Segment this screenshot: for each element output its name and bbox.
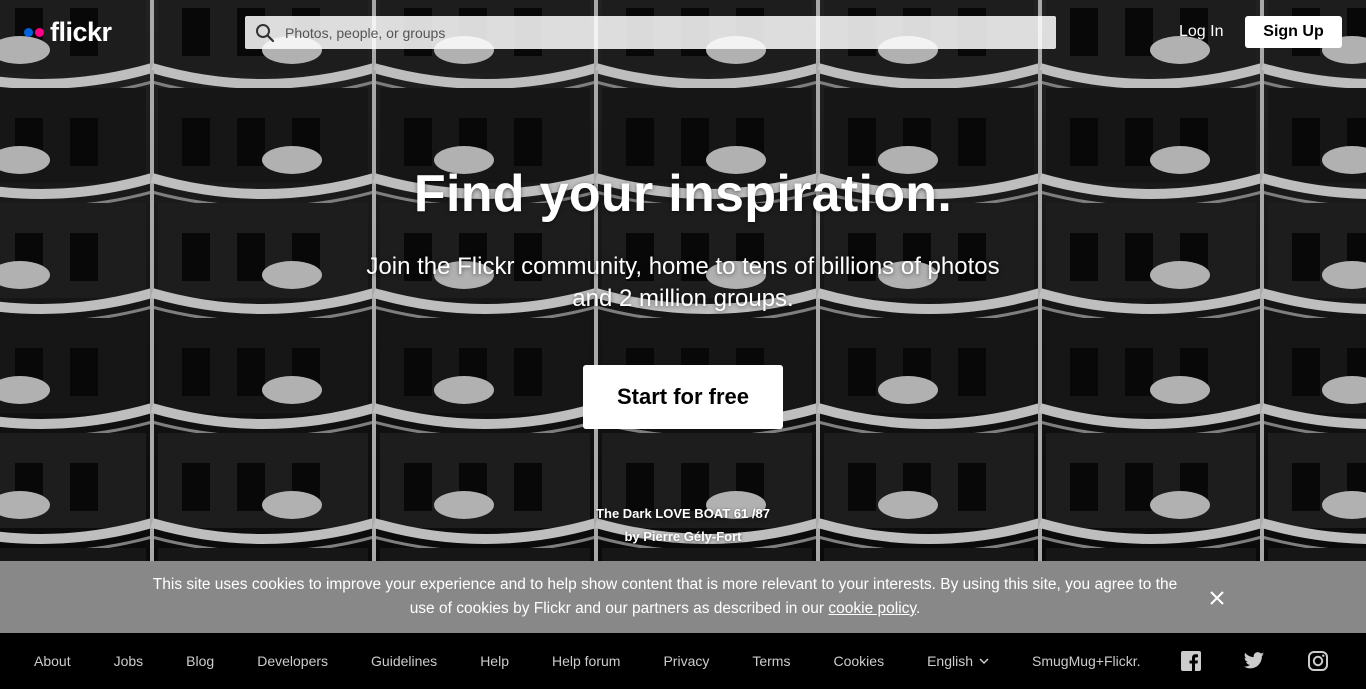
login-button[interactable]: Log In — [1170, 16, 1232, 48]
close-icon[interactable] — [1204, 585, 1230, 611]
search-input[interactable] — [285, 17, 1025, 48]
footer-link-smugmug[interactable]: SmugMug+Flickr. — [1032, 653, 1141, 669]
cookie-text: This site uses cookies to improve your e… — [152, 576, 1178, 617]
footer-link-blog[interactable]: Blog — [186, 653, 214, 669]
footer-link-developers[interactable]: Developers — [257, 653, 328, 669]
cookie-text-end: . — [916, 600, 921, 617]
footer-link-privacy[interactable]: Privacy — [663, 653, 709, 669]
footer: About Jobs Blog Developers Guidelines He… — [0, 633, 1366, 689]
photo-credit: The Dark LOVE BOAT 61 /87 by Pierre Gély… — [0, 502, 1366, 548]
language-label: English — [927, 653, 973, 669]
cookie-banner: This site uses cookies to improve your e… — [0, 561, 1366, 633]
photo-author[interactable]: by Pierre Gély-Fort — [0, 525, 1366, 548]
footer-link-help-forum[interactable]: Help forum — [552, 653, 620, 669]
twitter-icon[interactable] — [1243, 650, 1265, 672]
cookie-policy-link[interactable]: cookie policy — [828, 600, 916, 617]
footer-link-help[interactable]: Help — [480, 653, 509, 669]
logo-blue-dot-icon — [24, 27, 33, 37]
footer-link-about[interactable]: About — [34, 653, 71, 669]
flickr-logo[interactable]: flickr — [24, 16, 112, 48]
footer-link-jobs[interactable]: Jobs — [114, 653, 144, 669]
photo-title[interactable]: The Dark LOVE BOAT 61 /87 — [0, 502, 1366, 525]
footer-links: About Jobs Blog Developers Guidelines He… — [34, 633, 1184, 689]
footer-link-cookies[interactable]: Cookies — [833, 653, 884, 669]
language-selector[interactable]: English — [927, 653, 989, 669]
footer-link-guidelines[interactable]: Guidelines — [371, 653, 437, 669]
search-bar[interactable] — [245, 16, 1056, 49]
search-icon[interactable] — [245, 16, 285, 49]
chevron-down-icon — [979, 657, 989, 664]
hero-headline: Find your inspiration. — [413, 165, 953, 223]
facebook-icon[interactable] — [1180, 650, 1202, 672]
start-for-free-button[interactable]: Start for free — [583, 365, 783, 429]
hero-subline: Join the Flickr community, home to tens … — [366, 253, 1000, 312]
instagram-icon[interactable] — [1307, 650, 1329, 672]
cookie-message: This site uses cookies to improve your e… — [140, 573, 1190, 621]
signup-button[interactable]: Sign Up — [1245, 16, 1342, 48]
logo-pink-dot-icon — [35, 27, 44, 37]
logo-wordmark: flickr — [50, 16, 112, 47]
footer-link-terms[interactable]: Terms — [752, 653, 790, 669]
